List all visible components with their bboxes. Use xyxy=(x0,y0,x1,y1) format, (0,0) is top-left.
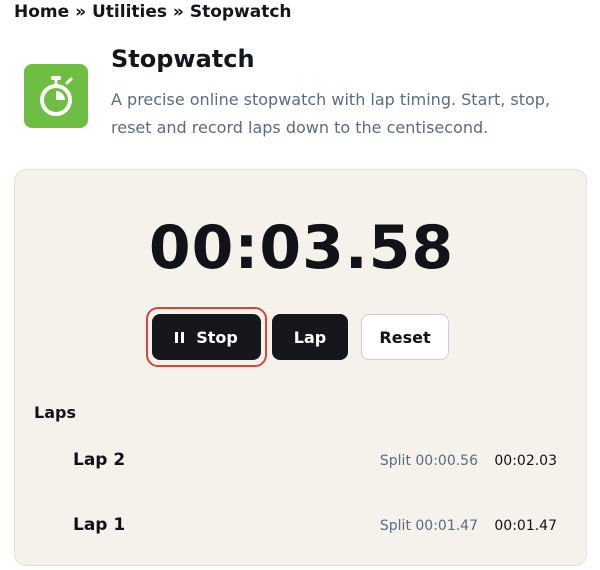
pause-icon xyxy=(175,331,185,343)
breadcrumb: Home » Utilities » Stopwatch xyxy=(14,2,292,22)
lap-total: 00:02.03 xyxy=(494,453,557,469)
lap-button[interactable]: Lap xyxy=(272,314,348,360)
reset-button[interactable]: Reset xyxy=(361,314,449,360)
lap-split: Split 00:01.47 xyxy=(379,518,478,534)
stop-button-label: Stop xyxy=(196,327,238,347)
reset-button-label: Reset xyxy=(379,327,431,347)
lap-row: Lap 2 Split 00:00.56 00:02.03 xyxy=(15,446,588,476)
breadcrumb-utilities-link[interactable]: Utilities xyxy=(92,2,167,22)
lap-button-label: Lap xyxy=(293,327,327,347)
lap-total: 00:01.47 xyxy=(494,518,557,534)
stopwatch-card: 00:03.58 Stop Lap Reset Laps Lap 2 Split… xyxy=(14,169,587,566)
timer-display: 00:03.58 xyxy=(148,213,455,283)
breadcrumb-separator: » xyxy=(75,2,87,22)
lap-name: Lap 1 xyxy=(73,515,126,535)
page-title: Stopwatch xyxy=(111,45,255,73)
lap-split: Split 00:00.56 xyxy=(379,453,478,469)
breadcrumb-current: Stopwatch xyxy=(189,2,292,22)
lap-name: Lap 2 xyxy=(73,450,126,470)
page-description: A precise online stopwatch with lap timi… xyxy=(111,90,551,137)
laps-heading: Laps xyxy=(34,403,76,422)
lap-row: Lap 1 Split 00:01.47 00:01.47 xyxy=(15,511,588,541)
breadcrumb-home-link[interactable]: Home xyxy=(14,2,69,22)
stopwatch-icon xyxy=(40,76,73,116)
breadcrumb-separator: » xyxy=(172,2,184,22)
stop-button[interactable]: Stop xyxy=(152,314,261,360)
app-icon-tile xyxy=(24,64,88,128)
